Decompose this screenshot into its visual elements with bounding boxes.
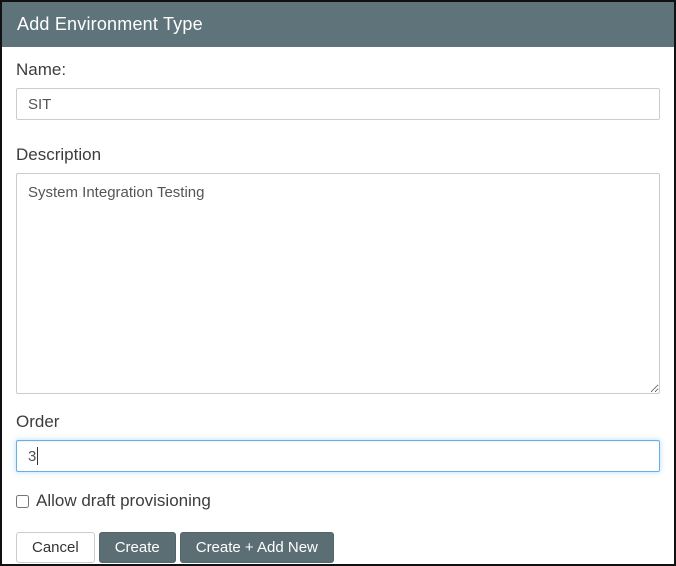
- name-field-group: Name:: [16, 60, 660, 120]
- name-input[interactable]: [16, 88, 660, 120]
- order-input[interactable]: [16, 440, 660, 472]
- dialog-body: Name: Description System Integration Tes…: [2, 47, 674, 563]
- order-field-group: Order: [16, 412, 660, 472]
- button-row: Cancel Create Create + Add New: [16, 532, 660, 563]
- name-label: Name:: [16, 60, 660, 80]
- add-environment-type-dialog: Add Environment Type Name: Description S…: [0, 0, 676, 566]
- create-add-new-button[interactable]: Create + Add New: [180, 532, 334, 563]
- draft-provisioning-checkbox[interactable]: [16, 495, 29, 508]
- draft-provisioning-label: Allow draft provisioning: [36, 491, 211, 511]
- description-label: Description: [16, 145, 660, 165]
- dialog-title: Add Environment Type: [17, 14, 203, 35]
- cancel-button[interactable]: Cancel: [16, 532, 95, 563]
- create-button[interactable]: Create: [99, 532, 176, 563]
- draft-provisioning-row: Allow draft provisioning: [16, 491, 660, 511]
- text-caret: [37, 447, 38, 465]
- order-label: Order: [16, 412, 660, 432]
- description-field-group: Description System Integration Testing: [16, 145, 660, 394]
- description-textarea[interactable]: System Integration Testing: [16, 173, 660, 394]
- dialog-header: Add Environment Type: [2, 2, 674, 47]
